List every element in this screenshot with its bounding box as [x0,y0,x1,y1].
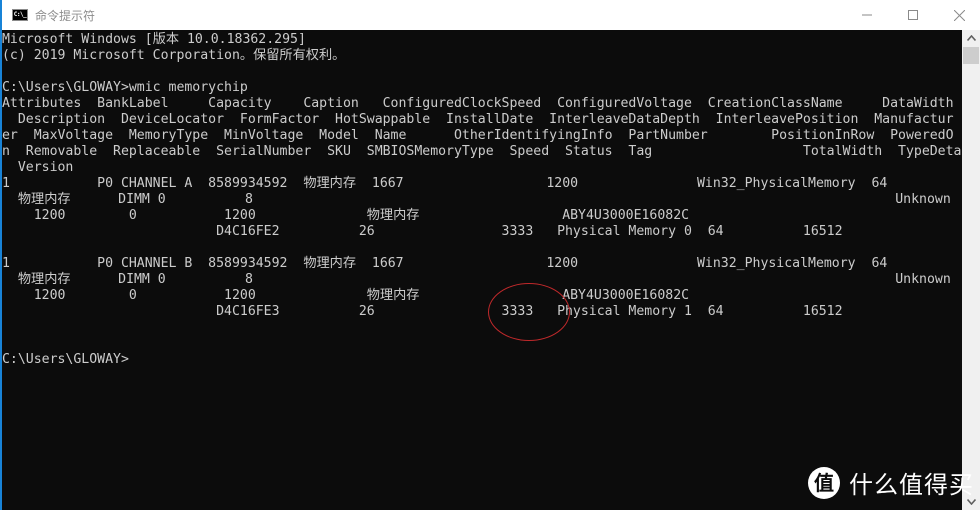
chevron-up-icon [966,35,976,41]
console-line: n Removable Replaceable SerialNumber SKU… [2,144,962,159]
console-line: 1200 0 1200 物理内存 ABY4U3000E16082C [2,208,690,223]
console-line: D4C16FE3 26 3333 Physical Memory 1 64 16… [2,304,843,319]
cmd-icon: C:\_ [12,9,28,21]
console-line: Description DeviceLocator FormFactor Hot… [2,112,954,127]
scroll-up-button[interactable] [962,30,980,46]
console-line: Attributes BankLabel Capacity Caption Co… [2,96,954,111]
watermark-logo-icon: 值 [808,466,840,499]
console-output[interactable]: Microsoft Windows [版本 10.0.18362.295] (c)… [2,30,962,510]
console-line: Version [2,160,74,175]
console-line: 物理内存 DIMM 0 8 Unknown [2,192,951,207]
minimize-icon [862,14,872,16]
title-bar[interactable]: C:\_ 命令提示符 [2,0,980,30]
console-line: 1 P0 CHANNEL B 8589934592 物理内存 1667 1200… [2,256,888,271]
console-line: 1200 0 1200 物理内存 ABY4U3000E16082C [2,288,690,303]
maximize-button[interactable] [890,0,936,30]
watermark: 值 什么值得买 [808,465,974,500]
window-title: 命令提示符 [35,8,96,23]
console-line: Microsoft Windows [版本 10.0.18362.295] [2,32,306,47]
close-button[interactable] [936,0,980,30]
close-icon [953,9,965,21]
maximize-icon [908,10,918,20]
watermark-text: 什么值得买 [849,471,974,499]
console-line: D4C16FE2 26 3333 Physical Memory 0 64 16… [2,224,843,239]
scroll-thumb[interactable] [963,47,979,64]
console-line: er MaxVoltage MemoryType MinVoltage Mode… [2,128,954,143]
console-line: (c) 2019 Microsoft Corporation。保留所有权利。 [2,48,346,63]
console-line: C:\Users\GLOWAY>wmic memorychip [2,80,248,95]
minimize-button[interactable] [844,0,890,30]
vertical-scrollbar[interactable] [962,30,980,510]
console-line: 物理内存 DIMM 0 8 Unknown [2,272,951,287]
command-prompt-window: C:\_ 命令提示符 Microsoft Windows [版本 10.0.18… [0,0,980,510]
console-line: 1 P0 CHANNEL A 8589934592 物理内存 1667 1200… [2,176,888,191]
console-line: C:\Users\GLOWAY> [2,352,129,367]
